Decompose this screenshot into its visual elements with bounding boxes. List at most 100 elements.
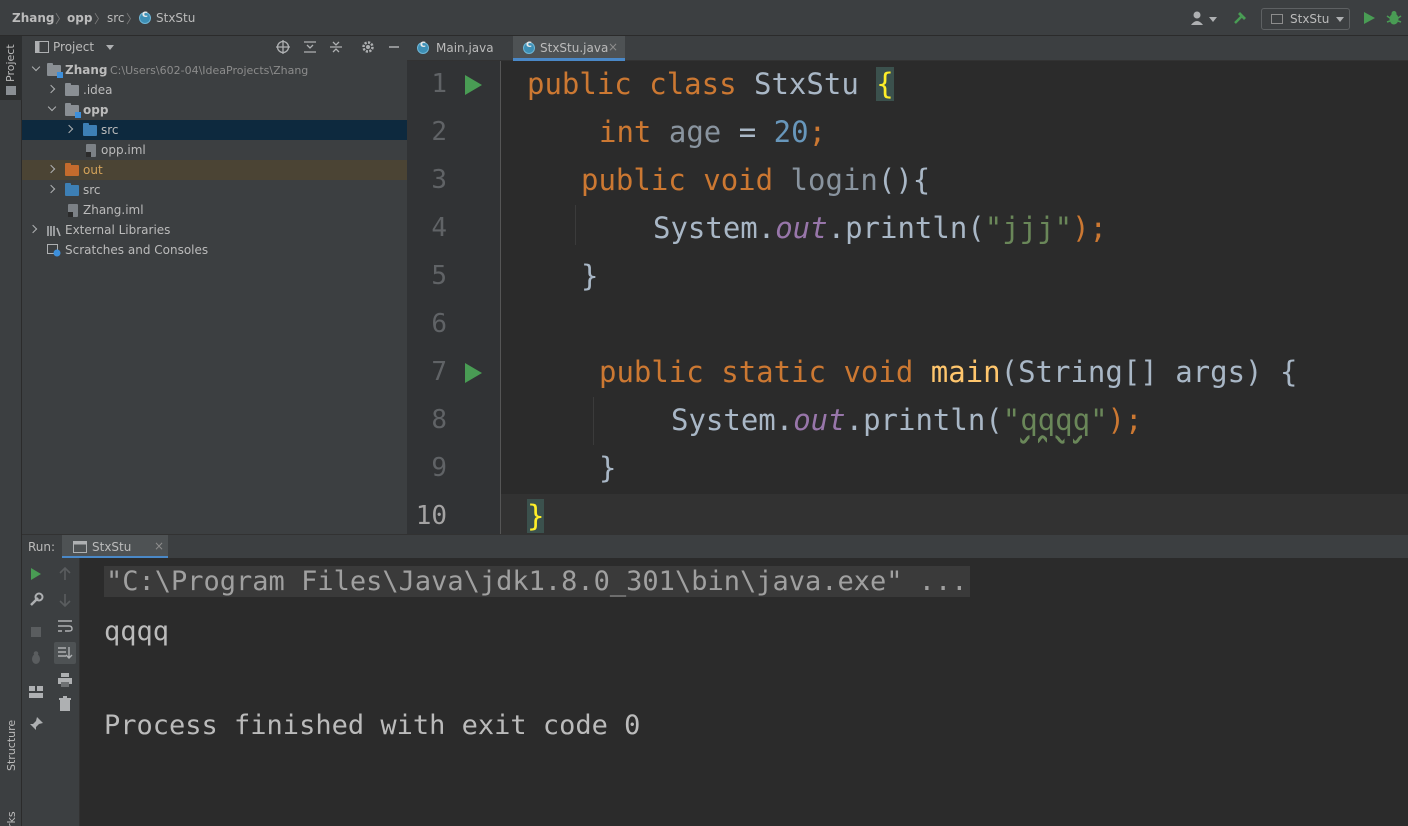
tree-item-scratches[interactable]: Scratches and Consoles xyxy=(22,240,407,260)
arrow-up-icon[interactable] xyxy=(57,566,73,582)
expand-all-icon[interactable] xyxy=(303,40,317,54)
tree-item-opp[interactable]: opp xyxy=(22,100,407,120)
line-number: 10 xyxy=(415,501,447,531)
project-panel: Project Zhang C:\Users\602-04\IdeaProjec… xyxy=(22,36,407,534)
print-icon[interactable] xyxy=(57,672,73,688)
console-exit-line: Process finished with exit code 0 xyxy=(104,710,641,741)
locate-icon[interactable] xyxy=(276,40,290,54)
arrow-down-icon[interactable] xyxy=(57,592,73,608)
project-panel-title[interactable]: Project xyxy=(53,40,94,54)
run-gutter-icon[interactable] xyxy=(465,363,482,383)
line-number: 4 xyxy=(431,213,447,243)
layout-icon[interactable] xyxy=(28,684,44,700)
code-line-4: System.out.println("jjj"); xyxy=(653,211,1107,245)
configuration-icon xyxy=(1271,14,1283,24)
line-number: 1 xyxy=(431,69,447,99)
close-icon[interactable]: × xyxy=(154,539,164,553)
breadcrumb-class[interactable]: StxStu xyxy=(156,11,195,25)
chevron-down-icon[interactable] xyxy=(31,62,41,72)
stop-icon[interactable] xyxy=(28,624,44,640)
tree-item-label: out xyxy=(83,163,103,177)
chevron-right-icon[interactable] xyxy=(46,164,56,174)
tab-stxstu-java[interactable]: StxStu.java × xyxy=(513,36,625,61)
tree-item-opp-src[interactable]: src xyxy=(22,120,407,140)
line-number: 7 xyxy=(431,357,447,387)
class-icon xyxy=(523,39,535,54)
hammer-icon[interactable] xyxy=(1232,10,1248,26)
tree-item-idea[interactable]: .idea xyxy=(22,80,407,100)
run-configuration-label: StxStu xyxy=(1290,12,1330,26)
breadcrumb-project[interactable]: Zhang xyxy=(12,11,54,25)
close-icon[interactable]: × xyxy=(608,40,618,54)
run-tab-stxstu[interactable]: StxStu × xyxy=(62,535,168,559)
scratches-icon xyxy=(47,244,61,257)
tree-item-external-libraries[interactable]: External Libraries xyxy=(22,220,407,240)
tree-item-opp-iml[interactable]: opp.iml xyxy=(22,140,407,160)
code-line-3: public void login(){ xyxy=(581,163,931,197)
tree-item-zhang-iml[interactable]: Zhang.iml xyxy=(22,200,407,220)
tree-item-label: opp.iml xyxy=(101,143,146,157)
wrench-icon[interactable] xyxy=(28,592,44,608)
indent-guide xyxy=(575,205,576,245)
chevron-down-icon[interactable] xyxy=(1209,17,1217,22)
run-console[interactable]: "C:\Program Files\Java\jdk1.8.0_301\bin\… xyxy=(80,558,1408,826)
tab-main-java[interactable]: Main.java xyxy=(407,36,512,61)
iml-file-icon xyxy=(68,204,78,217)
folder-icon xyxy=(65,83,79,96)
chevron-right-icon[interactable] xyxy=(64,124,74,134)
editor-gutter: 1 2 3 4 5 6 7 8 9 10 xyxy=(407,61,522,534)
chevron-down-icon[interactable] xyxy=(106,45,114,50)
scroll-to-end-toggle[interactable] xyxy=(54,642,76,664)
navigation-bar: Zhang 〉 opp 〉 src 〉 StxStu StxStu xyxy=(0,0,1408,36)
soft-wrap-icon[interactable] xyxy=(57,618,73,634)
tree-item-out[interactable]: out xyxy=(22,160,407,180)
run-panel-header: Run: StxStu × xyxy=(22,534,1408,559)
code-line-2: int age = 20; xyxy=(599,115,827,149)
code-editor[interactable]: public class StxStu { int age = 20; publ… xyxy=(501,61,1408,534)
rerun-icon[interactable] xyxy=(28,566,44,582)
tree-item-label: Zhang xyxy=(65,63,108,77)
run-panel-label: Run: xyxy=(28,540,56,554)
gear-icon[interactable] xyxy=(361,40,375,54)
editor-tab-bar: Main.java StxStu.java × xyxy=(407,36,1408,61)
module-folder-icon xyxy=(65,103,81,118)
project-tool-tab-label: Project xyxy=(4,44,17,82)
tree-item-label: opp xyxy=(83,103,109,117)
breadcrumb-separator: 〉 xyxy=(126,12,139,26)
structure-tool-tab[interactable]: Structure xyxy=(5,720,18,771)
breadcrumb-separator: 〉 xyxy=(55,12,68,26)
indent-guide xyxy=(593,397,594,445)
tree-item-label: Zhang.iml xyxy=(83,203,144,217)
run-gutter-icon[interactable] xyxy=(465,75,482,95)
bookmarks-tool-tab[interactable]: rks xyxy=(5,811,18,826)
run-toolbar-secondary xyxy=(50,558,80,826)
chevron-right-icon[interactable] xyxy=(28,224,38,234)
line-number: 9 xyxy=(431,453,447,483)
console-icon xyxy=(73,541,87,553)
breadcrumb-folder[interactable]: src xyxy=(107,11,125,25)
left-tool-strip: Project Structure rks xyxy=(0,36,22,826)
user-icon[interactable] xyxy=(1190,10,1206,26)
minimize-icon[interactable] xyxy=(387,40,401,54)
project-panel-header: Project xyxy=(22,36,407,60)
debug-disabled-icon[interactable] xyxy=(28,650,44,666)
debug-icon[interactable] xyxy=(1386,10,1402,26)
current-line-highlight xyxy=(501,494,1408,534)
chevron-right-icon[interactable] xyxy=(46,84,56,94)
project-tool-tab[interactable]: Project xyxy=(0,36,22,100)
trash-icon[interactable] xyxy=(57,696,73,712)
breadcrumb-module[interactable]: opp xyxy=(67,11,92,25)
pin-icon[interactable] xyxy=(28,716,44,732)
source-folder-icon xyxy=(83,123,97,136)
run-configuration-selector[interactable]: StxStu xyxy=(1261,8,1350,30)
tree-item-project-root[interactable]: Zhang C:\Users\602-04\IdeaProjects\Zhang xyxy=(22,60,407,80)
run-icon[interactable] xyxy=(1361,10,1377,26)
code-line-10: } xyxy=(527,499,545,533)
excluded-folder-icon xyxy=(65,163,79,176)
chevron-right-icon[interactable] xyxy=(46,184,56,194)
tree-item-src[interactable]: src xyxy=(22,180,407,200)
collapse-all-icon[interactable] xyxy=(329,40,343,54)
chevron-down-icon[interactable] xyxy=(47,102,57,112)
console-command: "C:\Program Files\Java\jdk1.8.0_301\bin\… xyxy=(104,566,970,597)
iml-file-icon xyxy=(86,144,96,157)
